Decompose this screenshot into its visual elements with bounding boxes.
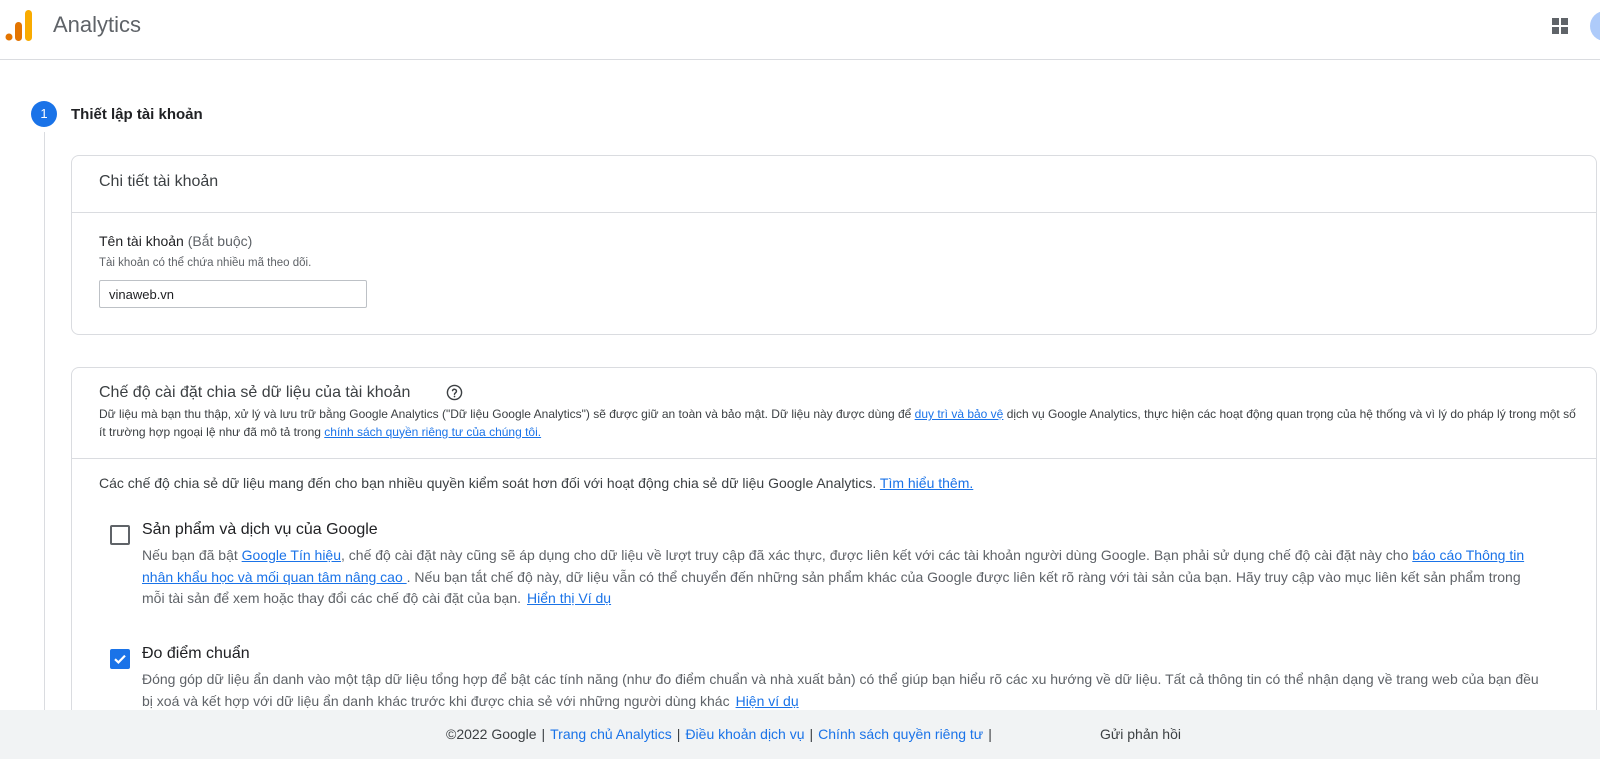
- show-example-link[interactable]: Hiển thị Ví dụ: [527, 590, 611, 606]
- account-name-label-text: Tên tài khoản: [99, 233, 184, 249]
- data-sharing-header: Chế độ cài đặt chia sẻ dữ liệu của tài k…: [72, 368, 1596, 459]
- app-title: Analytics: [53, 12, 142, 37]
- account-details-header: Chi tiết tài khoản: [72, 156, 1596, 213]
- send-feedback-button[interactable]: Gửi phản hồi: [1100, 726, 1181, 742]
- learn-more-link[interactable]: Tìm hiểu thêm.: [880, 475, 973, 491]
- data-sharing-card: Chế độ cài đặt chia sẻ dữ liệu của tài k…: [71, 367, 1597, 729]
- footer-privacy-link[interactable]: Chính sách quyền riêng tư: [818, 726, 983, 742]
- benchmarking-title: Đo điểm chuẩn: [142, 645, 250, 662]
- footer-terms-link[interactable]: Điều khoản dịch vụ: [685, 726, 804, 742]
- google-products-description: Nếu bạn đã bật Google Tín hiệu, chế độ c…: [142, 545, 1542, 610]
- account-name-input[interactable]: [99, 280, 367, 308]
- footer-links: ©2022 Google | Trang chủ Analytics | Điều kh…: [446, 726, 997, 742]
- footer-analytics-home-link[interactable]: Trang chủ Analytics: [550, 726, 672, 742]
- maintain-protect-link[interactable]: duy trì và bảo vệ: [915, 407, 1004, 421]
- footer-separator: |: [676, 726, 681, 742]
- google-products-title: Sản phẩm và dịch vụ của Google: [142, 521, 378, 538]
- top-app-bar: Analytics: [0, 0, 1600, 60]
- required-marker: (Bắt buộc): [187, 233, 253, 249]
- step-number-badge: 1: [31, 101, 57, 127]
- account-avatar[interactable]: [1590, 11, 1600, 41]
- account-details-card: Chi tiết tài khoản Tên tài khoản (Bắt bu…: [71, 155, 1597, 335]
- account-name-label: Tên tài khoản (Bắt buộc): [99, 233, 252, 249]
- data-sharing-intro: Các chế độ chia sẻ dữ liệu mang đến cho …: [99, 475, 973, 491]
- step-connector-line: [44, 132, 45, 712]
- benchmarking-checkbox[interactable]: [110, 649, 130, 669]
- data-sharing-title: Chế độ cài đặt chia sẻ dữ liệu của tài k…: [99, 384, 411, 401]
- apps-grid-icon[interactable]: [1550, 16, 1570, 36]
- footer-separator: |: [541, 726, 546, 742]
- privacy-policy-link[interactable]: chính sách quyền riêng tư của chúng tôi.: [324, 425, 541, 439]
- show-example-link-2[interactable]: Hiện ví dụ: [736, 693, 799, 709]
- checkmark-icon: [114, 654, 126, 664]
- opt1-text-2: , chế độ cài đặt này cũng sẽ áp dụng cho…: [341, 547, 1413, 563]
- opt1-text-1: Nếu bạn đã bật: [142, 547, 242, 563]
- page-footer: ©2022 Google | Trang chủ Analytics | Điều kh…: [0, 710, 1600, 759]
- benchmarking-description: Đóng góp dữ liệu ẩn danh vào một tập dữ …: [142, 669, 1542, 712]
- footer-separator: |: [988, 726, 992, 742]
- footer-separator: |: [809, 726, 814, 742]
- step-title: Thiết lập tài khoản: [71, 106, 203, 123]
- data-sharing-description: Dữ liệu mà bạn thu thập, xử lý và lưu tr…: [99, 406, 1579, 441]
- analytics-logo-icon[interactable]: [4, 8, 34, 42]
- account-details-title: Chi tiết tài khoản: [99, 173, 219, 190]
- desc-text-1: Dữ liệu mà bạn thu thập, xử lý và lưu tr…: [99, 407, 915, 421]
- footer-copyright: ©2022 Google: [446, 726, 537, 742]
- opt2-text-1: Đóng góp dữ liệu ẩn danh vào một tập dữ …: [142, 671, 1539, 709]
- account-name-help: Tài khoản có thể chứa nhiều mã theo dõi.: [99, 257, 312, 269]
- google-signals-link[interactable]: Google Tín hiệu: [242, 547, 341, 563]
- intro-text: Các chế độ chia sẻ dữ liệu mang đến cho …: [99, 475, 877, 491]
- help-circle-icon[interactable]: [446, 384, 463, 401]
- google-products-checkbox[interactable]: [110, 525, 130, 545]
